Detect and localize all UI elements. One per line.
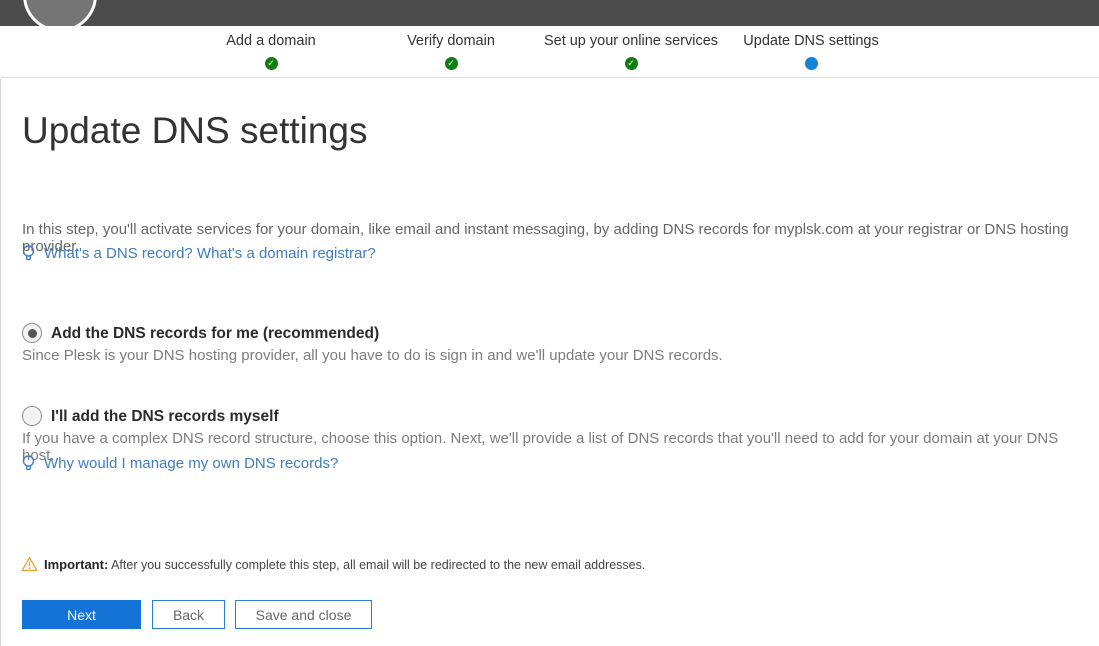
important-warning: Important: After you successfully comple…: [21, 556, 645, 572]
manage-own-dns-help-row: Why would I manage my own DNS records?: [20, 454, 338, 473]
radio-add-dns-for-me[interactable]: [22, 323, 42, 343]
radio-add-dns-myself[interactable]: [22, 406, 42, 426]
step-current-dot-icon: [805, 57, 818, 70]
dns-record-help-link[interactable]: What's a DNS record? What's a domain reg…: [44, 245, 376, 262]
back-button[interactable]: Back: [152, 600, 225, 629]
warning-triangle-icon: [21, 556, 38, 572]
warning-label: Important:: [44, 557, 108, 572]
step-label: Verify domain: [407, 32, 495, 50]
next-button[interactable]: Next: [22, 600, 141, 629]
option-add-dns-myself-label[interactable]: I'll add the DNS records myself: [51, 408, 279, 426]
option-add-dns-for-me-label[interactable]: Add the DNS records for me (recommended): [51, 325, 379, 343]
save-and-close-button[interactable]: Save and close: [235, 600, 372, 629]
step-label: Update DNS settings: [743, 32, 878, 50]
lightbulb-icon: [20, 244, 37, 263]
step-complete-icon: ✓: [625, 57, 638, 70]
dns-record-help-row: What's a DNS record? What's a domain reg…: [20, 244, 376, 263]
radio-selected-dot: [28, 329, 37, 338]
warning-text: Important: After you successfully comple…: [44, 557, 645, 572]
manage-own-dns-help-link[interactable]: Why would I manage my own DNS records?: [44, 455, 338, 472]
step-set-up-online-services: Set up your online services ✓: [541, 32, 721, 70]
wizard-progress-bar: Add a domain ✓ Verify domain ✓ Set up yo…: [0, 26, 1099, 78]
update-dns-settings-page: Add a domain ✓ Verify domain ✓ Set up yo…: [0, 0, 1099, 646]
top-app-bar: [0, 0, 1099, 26]
lightbulb-icon: [20, 454, 37, 473]
step-update-dns-settings: Update DNS settings: [721, 32, 901, 70]
step-add-a-domain: Add a domain ✓: [181, 32, 361, 70]
step-complete-icon: ✓: [265, 57, 278, 70]
step-complete-icon: ✓: [445, 57, 458, 70]
page-title: Update DNS settings: [22, 110, 368, 152]
step-label: Add a domain: [226, 32, 315, 50]
option-add-dns-for-me-description: Since Plesk is your DNS hosting provider…: [22, 347, 1092, 364]
wizard-steps: Add a domain ✓ Verify domain ✓ Set up yo…: [181, 32, 901, 70]
step-verify-domain: Verify domain ✓: [361, 32, 541, 70]
step-label: Set up your online services: [544, 32, 718, 50]
